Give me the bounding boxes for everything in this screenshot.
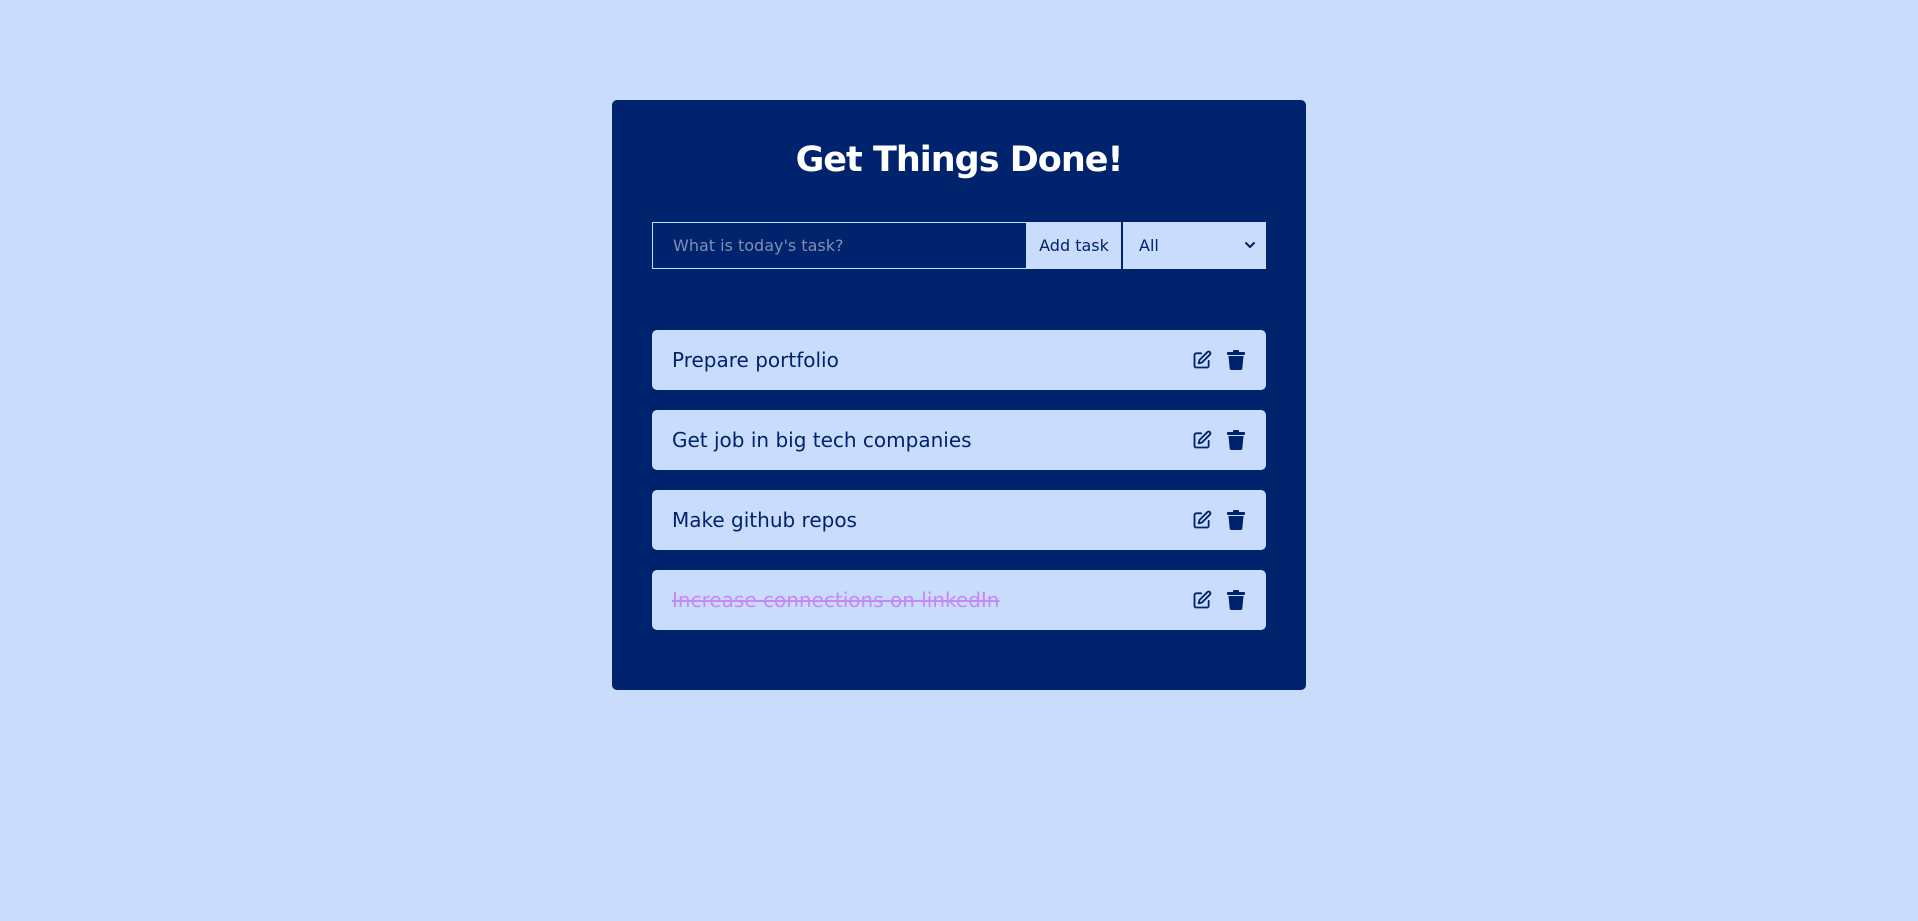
add-task-button[interactable]: Add task: [1027, 222, 1123, 269]
trash-icon[interactable]: [1224, 348, 1248, 372]
task-item: Prepare portfolio: [652, 330, 1266, 390]
edit-icon[interactable]: [1190, 428, 1214, 452]
task-input[interactable]: [652, 222, 1027, 269]
trash-icon[interactable]: [1224, 428, 1248, 452]
task-item: Increase connections on linkedIn: [652, 570, 1266, 630]
task-text[interactable]: Prepare portfolio: [672, 348, 1190, 372]
task-item: Get job in big tech companies: [652, 410, 1266, 470]
task-form: Add task All: [652, 222, 1266, 269]
edit-icon[interactable]: [1190, 588, 1214, 612]
filter-select[interactable]: All: [1123, 222, 1266, 269]
todo-card: Add task All Prepare portfolio Get job i…: [612, 100, 1306, 690]
task-item: Make github repos: [652, 490, 1266, 550]
edit-icon[interactable]: [1190, 508, 1214, 532]
trash-icon[interactable]: [1224, 588, 1248, 612]
edit-icon[interactable]: [1190, 348, 1214, 372]
task-list: Prepare portfolio Get job in big tech co…: [652, 330, 1266, 650]
task-text[interactable]: Make github repos: [672, 508, 1190, 532]
chevron-down-icon: [1245, 242, 1255, 248]
task-text[interactable]: Get job in big tech companies: [672, 428, 1190, 452]
trash-icon[interactable]: [1224, 508, 1248, 532]
filter-selected-value: All: [1139, 236, 1159, 255]
task-text-completed[interactable]: Increase connections on linkedIn: [672, 588, 1190, 612]
page-title: Get Things Done!: [795, 140, 1124, 180]
